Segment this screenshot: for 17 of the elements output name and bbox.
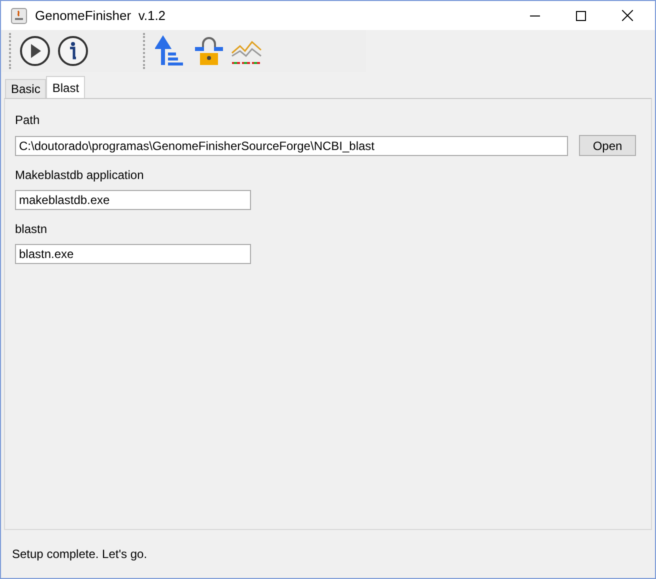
tab[interactable]: Basic <box>5 79 46 98</box>
text-field[interactable]: C:\doutorado\programas\GenomeFinisherSourceForge\NCBI_blast <box>15 136 568 156</box>
text-field[interactable]: blastn.exe <box>15 244 251 264</box>
app-icon <box>11 8 27 24</box>
close-icon[interactable] <box>622 10 633 21</box>
text-field[interactable]: makeblastdb.exe <box>15 190 251 210</box>
field-label: blastn <box>15 221 48 238</box>
lock-icon[interactable] <box>193 35 225 67</box>
info-icon[interactable] <box>57 35 89 67</box>
status-text: Setup complete. Let's go. <box>12 546 148 563</box>
window-title: GenomeFinisher v.1.2 <box>35 6 166 25</box>
field-label: Path <box>15 112 41 129</box>
tab[interactable]: Blast <box>46 76 86 98</box>
play-icon[interactable] <box>19 35 51 67</box>
maximize-icon[interactable] <box>576 10 586 20</box>
field-label: Makeblastdb application <box>15 167 145 184</box>
open-button[interactable]: Open <box>579 135 636 156</box>
